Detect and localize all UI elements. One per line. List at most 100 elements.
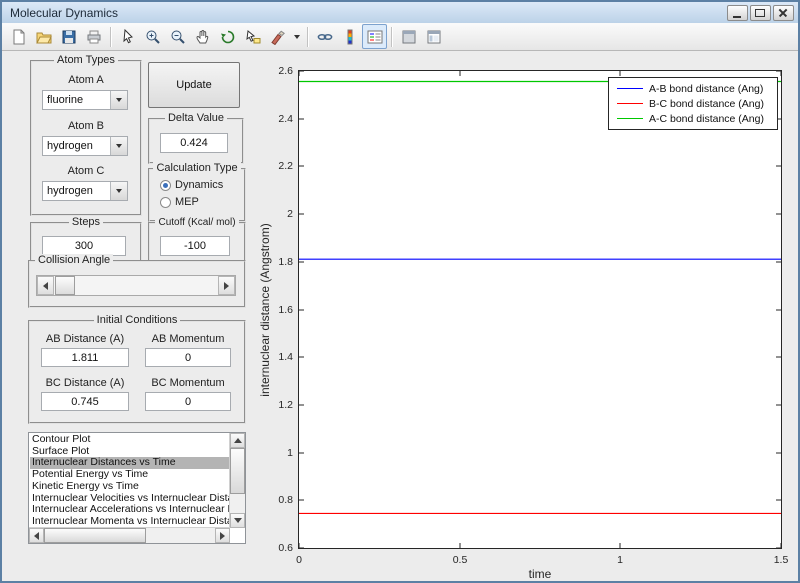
slider-track[interactable] (54, 276, 218, 295)
vertical-scroll-thumb[interactable] (230, 448, 245, 494)
show-plot-tools-button[interactable] (421, 24, 446, 49)
legend-entry-label: A-C bond distance (Ang) (649, 112, 764, 125)
rotate-3d-button[interactable] (215, 24, 240, 49)
legend-entry-label: A-B bond distance (Ang) (649, 82, 764, 95)
open-file-icon (35, 32, 52, 43)
pan-icon (195, 29, 208, 43)
cutoff-field[interactable] (160, 236, 230, 256)
horizontal-scroll-thumb[interactable] (44, 528, 146, 543)
edit-plot-icon (122, 28, 133, 43)
arrow-down-icon (233, 518, 242, 523)
collision-angle-title: Collision Angle (35, 254, 114, 266)
legend-entry-label: B-C bond distance (Ang) (649, 97, 764, 110)
legend[interactable]: A-B bond distance (Ang) B-C bond distance… (608, 77, 778, 130)
y-axis-label: internuclear distance (Angstrom) (258, 222, 272, 397)
scroll-up-button[interactable] (230, 433, 245, 448)
toolbar-separator (110, 26, 111, 47)
list-item[interactable]: Internuclear Momenta vs Internuclear Dis… (30, 516, 229, 527)
edit-plot-button[interactable] (115, 24, 140, 49)
radio-unselected-icon (160, 196, 171, 208)
restore-button[interactable] (750, 5, 771, 21)
atom-b-dropdown[interactable]: hydrogen (42, 136, 128, 156)
scroll-down-button[interactable] (230, 513, 245, 528)
save-figure-button[interactable] (56, 24, 81, 49)
list-item[interactable]: Surface Plot (30, 446, 229, 458)
brush-data-button[interactable] (265, 24, 290, 49)
slider-thumb[interactable] (55, 276, 75, 295)
radio-mep[interactable]: MEP (160, 196, 199, 208)
x-tick-label: 1.5 (773, 554, 789, 566)
minimize-button[interactable] (727, 5, 748, 21)
slider-left-arrow[interactable] (37, 276, 54, 295)
radio-dynamics[interactable]: Dynamics (160, 179, 223, 191)
minimize-icon (733, 16, 741, 18)
print-figure-button[interactable] (81, 24, 106, 49)
list-item[interactable]: Internuclear Velocities vs Internuclear … (30, 493, 229, 505)
atom-a-label: Atom A (68, 74, 104, 86)
rotate-3d-icon (220, 30, 234, 43)
legend-line-sample (617, 88, 643, 89)
delta-value-title: Delta Value (164, 112, 228, 124)
plot-type-listbox[interactable]: Contour Plot Surface Plot Internuclear Dis… (28, 432, 246, 544)
y-tick-label: 2.2 (278, 160, 293, 173)
arrow-left-icon (43, 281, 48, 290)
print-figure-icon (87, 30, 100, 43)
list-item[interactable]: Internuclear Distances vs Time (30, 457, 229, 470)
initial-conditions-title: Initial Conditions (93, 314, 181, 326)
scroll-right-button[interactable] (215, 528, 230, 543)
legend-entry: A-B bond distance (Ang) (609, 81, 777, 96)
plot-canvas (299, 71, 781, 548)
link-plot-button[interactable] (312, 24, 337, 49)
insert-colorbar-icon (347, 29, 352, 44)
ab-distance-field[interactable] (41, 348, 129, 367)
collision-angle-slider[interactable] (36, 275, 236, 296)
new-figure-button[interactable] (6, 24, 31, 49)
delta-value-panel: Delta Value (148, 112, 244, 164)
y-tick-label: 1.2 (278, 398, 293, 411)
legend-entry: B-C bond distance (Ang) (609, 96, 777, 111)
bc-momentum-field[interactable] (145, 392, 231, 411)
steps-field[interactable] (42, 236, 126, 256)
window-controls (727, 5, 794, 21)
list-item[interactable]: Internuclear Accelerations vs Internucle… (30, 504, 229, 516)
atom-c-label: Atom C (67, 165, 105, 177)
zoom-in-button[interactable] (140, 24, 165, 49)
pan-button[interactable] (190, 24, 215, 49)
collision-angle-panel: Collision Angle (28, 254, 246, 308)
list-item[interactable]: Kinetic Energy vs Time (30, 481, 229, 493)
bc-distance-field[interactable] (41, 392, 129, 411)
arrow-up-icon (233, 438, 242, 443)
hide-plot-tools-button[interactable] (396, 24, 421, 49)
atom-c-dropdown[interactable]: hydrogen (42, 181, 128, 201)
bc-momentum-label: BC Momentum (151, 377, 225, 389)
save-figure-icon (62, 30, 75, 43)
atom-a-dropdown[interactable]: fluorine (42, 90, 128, 110)
listbox-horizontal-scrollbar[interactable] (29, 527, 230, 543)
close-button[interactable] (773, 5, 794, 21)
radio-mep-label: MEP (175, 196, 199, 208)
insert-legend-button[interactable] (362, 24, 387, 49)
list-item[interactable]: Contour Plot (30, 434, 229, 446)
data-cursor-button[interactable] (240, 24, 265, 49)
delta-value-field[interactable] (160, 133, 228, 153)
listbox-items: Contour Plot Surface Plot Internuclear Dis… (30, 434, 229, 527)
show-plot-tools-icon (427, 30, 440, 43)
bc-distance-label: BC Distance (A) (45, 377, 125, 389)
brush-options-dropdown[interactable] (290, 24, 303, 49)
hide-plot-tools-icon (402, 30, 415, 43)
initial-conditions-panel: Initial Conditions AB Distance (A) AB Mo… (28, 314, 246, 424)
title-bar[interactable]: Molecular Dynamics (2, 2, 798, 24)
open-file-button[interactable] (31, 24, 56, 49)
slider-right-arrow[interactable] (218, 276, 235, 295)
scroll-left-button[interactable] (29, 528, 44, 543)
insert-colorbar-button[interactable] (337, 24, 362, 49)
listbox-vertical-scrollbar[interactable] (229, 433, 245, 528)
x-tick-label: 1 (617, 554, 623, 566)
ab-momentum-field[interactable] (145, 348, 231, 367)
calculation-type-title: Calculation Type (153, 162, 241, 174)
zoom-out-button[interactable] (165, 24, 190, 49)
axes[interactable] (298, 70, 782, 549)
update-button[interactable]: Update (148, 62, 240, 108)
chevron-down-icon (116, 98, 122, 102)
list-item[interactable]: Potential Energy vs Time (30, 469, 229, 481)
